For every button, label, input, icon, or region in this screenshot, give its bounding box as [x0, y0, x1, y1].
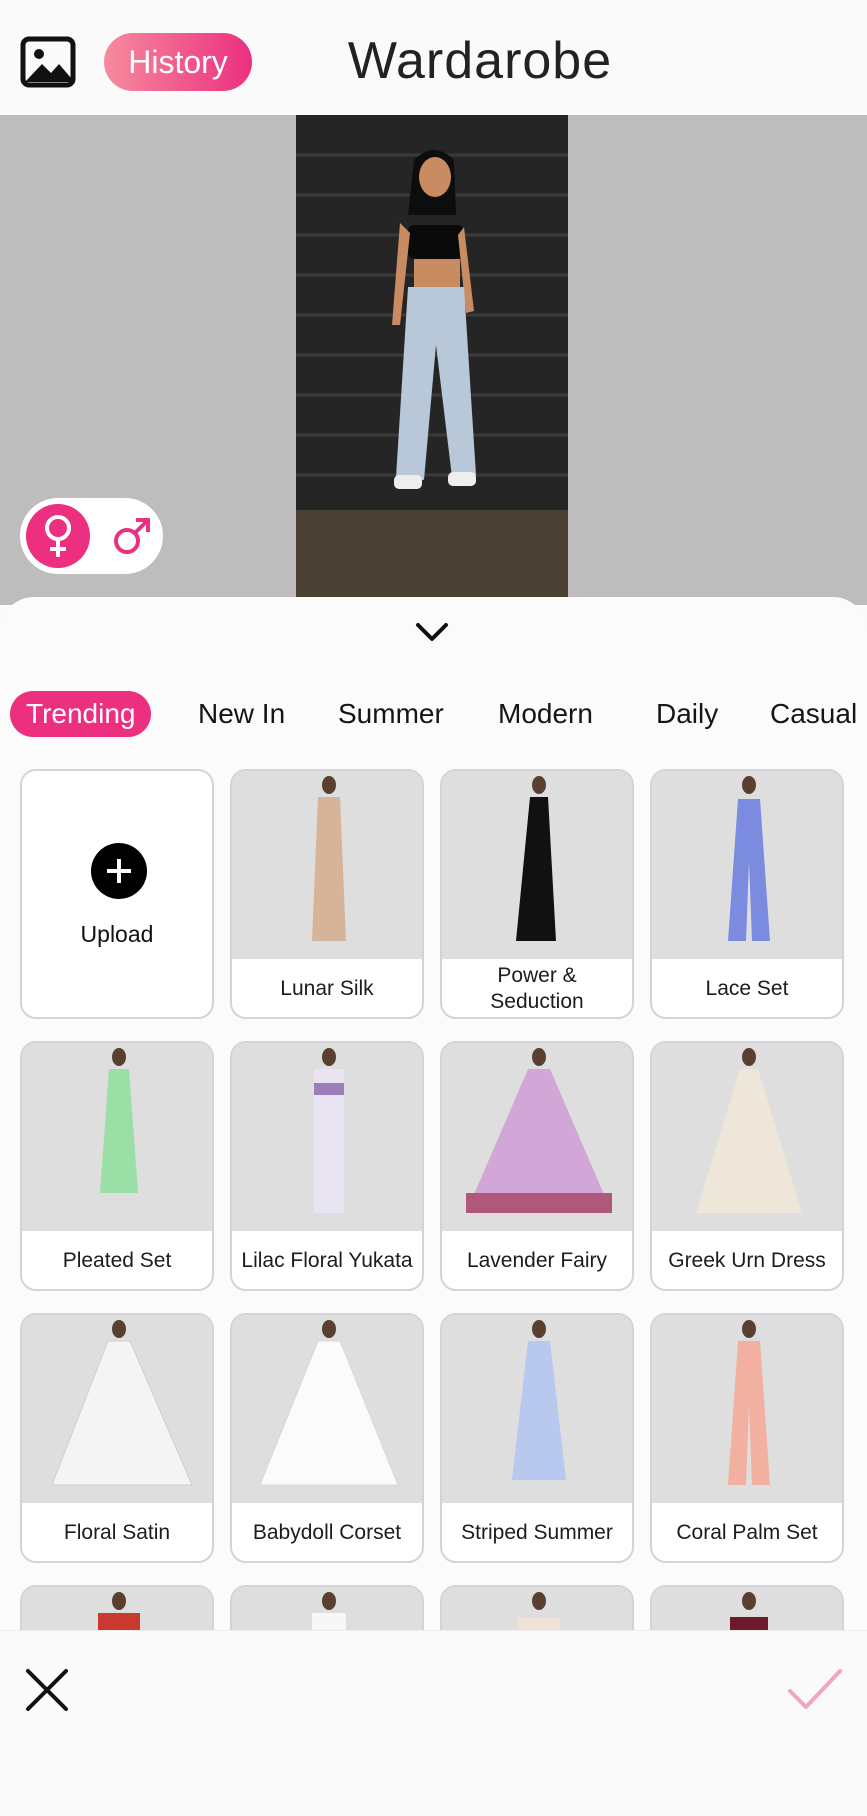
gender-toggle[interactable] — [20, 498, 163, 574]
outfit-tile[interactable]: Striped Summer — [440, 1313, 634, 1563]
outfit-thumbnail — [232, 1315, 422, 1503]
outfit-thumbnail — [652, 1315, 842, 1503]
outfit-label: Babydoll Corset — [252, 1521, 402, 1544]
outfit-tile[interactable]: Lunar Silk — [230, 769, 424, 1019]
close-icon[interactable] — [24, 1667, 70, 1713]
outfit-tile[interactable]: Power & Seduction — [440, 769, 634, 1019]
top-bar: History Wardarobe — [0, 0, 867, 115]
outfit-tile[interactable]: Lace Set — [650, 769, 844, 1019]
outfit-thumbnail — [652, 1043, 842, 1231]
female-symbol-icon[interactable] — [26, 504, 90, 568]
outfit-tile[interactable]: Babydoll Corset — [230, 1313, 424, 1563]
outfit-tile[interactable]: Greek Urn Dress — [650, 1041, 844, 1291]
model-preview-area — [0, 115, 867, 605]
outfit-label: Greek Urn Dress — [668, 1249, 826, 1272]
checkmark-icon[interactable] — [786, 1665, 844, 1713]
outfit-tile[interactable]: Coral Palm Set — [650, 1313, 844, 1563]
upload-label: Upload — [80, 921, 154, 947]
outfit-tile[interactable]: Pleated Set — [20, 1041, 214, 1291]
tab-casual[interactable]: Casual — [770, 691, 857, 737]
plus-icon — [91, 843, 147, 899]
outfit-label: Power & Seduction — [490, 964, 584, 1013]
male-symbol-icon[interactable] — [108, 512, 156, 560]
outfit-thumbnail — [652, 771, 842, 959]
page-title: Wardarobe — [347, 32, 613, 90]
chevron-down-icon[interactable] — [412, 615, 452, 647]
category-tabs: Trending New In Summer Modern Daily Casu… — [0, 691, 867, 741]
outfit-label: Lace Set — [705, 977, 789, 1000]
outfit-label: Lilac Floral Yukata — [241, 1249, 413, 1272]
outfit-label: Striped Summer — [461, 1521, 613, 1544]
model-photo — [296, 115, 568, 605]
tab-daily[interactable]: Daily — [656, 691, 718, 737]
outfit-tile[interactable]: Floral Satin — [20, 1313, 214, 1563]
outfit-thumbnail — [22, 1315, 212, 1503]
upload-tile[interactable]: Upload — [20, 769, 214, 1019]
outfit-label: Coral Palm Set — [676, 1521, 818, 1544]
image-gallery-icon[interactable] — [20, 36, 76, 88]
outfit-label: Pleated Set — [62, 1249, 172, 1272]
tab-summer[interactable]: Summer — [338, 691, 444, 737]
history-button[interactable]: History — [104, 33, 252, 91]
outfit-thumbnail — [22, 1043, 212, 1231]
outfit-label: Floral Satin — [63, 1521, 171, 1544]
outfit-thumbnail — [232, 1043, 422, 1231]
outfit-label: Lavender Fairy — [466, 1249, 608, 1272]
outfit-tile[interactable]: Lilac Floral Yukata — [230, 1041, 424, 1291]
tab-modern[interactable]: Modern — [498, 691, 593, 737]
outfit-grid: Upload Lunar Silk Power & Seduction Lace… — [20, 769, 850, 1669]
outfit-thumbnail — [442, 1315, 632, 1503]
tab-trending[interactable]: Trending — [10, 691, 152, 737]
outfit-thumbnail — [442, 771, 632, 959]
outfit-label: Lunar Silk — [280, 977, 374, 1000]
bottom-action-bar — [0, 1630, 867, 1816]
outfit-tile[interactable]: Lavender Fairy — [440, 1041, 634, 1291]
outfit-thumbnail — [232, 771, 422, 959]
outfit-thumbnail — [442, 1043, 632, 1231]
tab-new-in[interactable]: New In — [198, 691, 285, 737]
